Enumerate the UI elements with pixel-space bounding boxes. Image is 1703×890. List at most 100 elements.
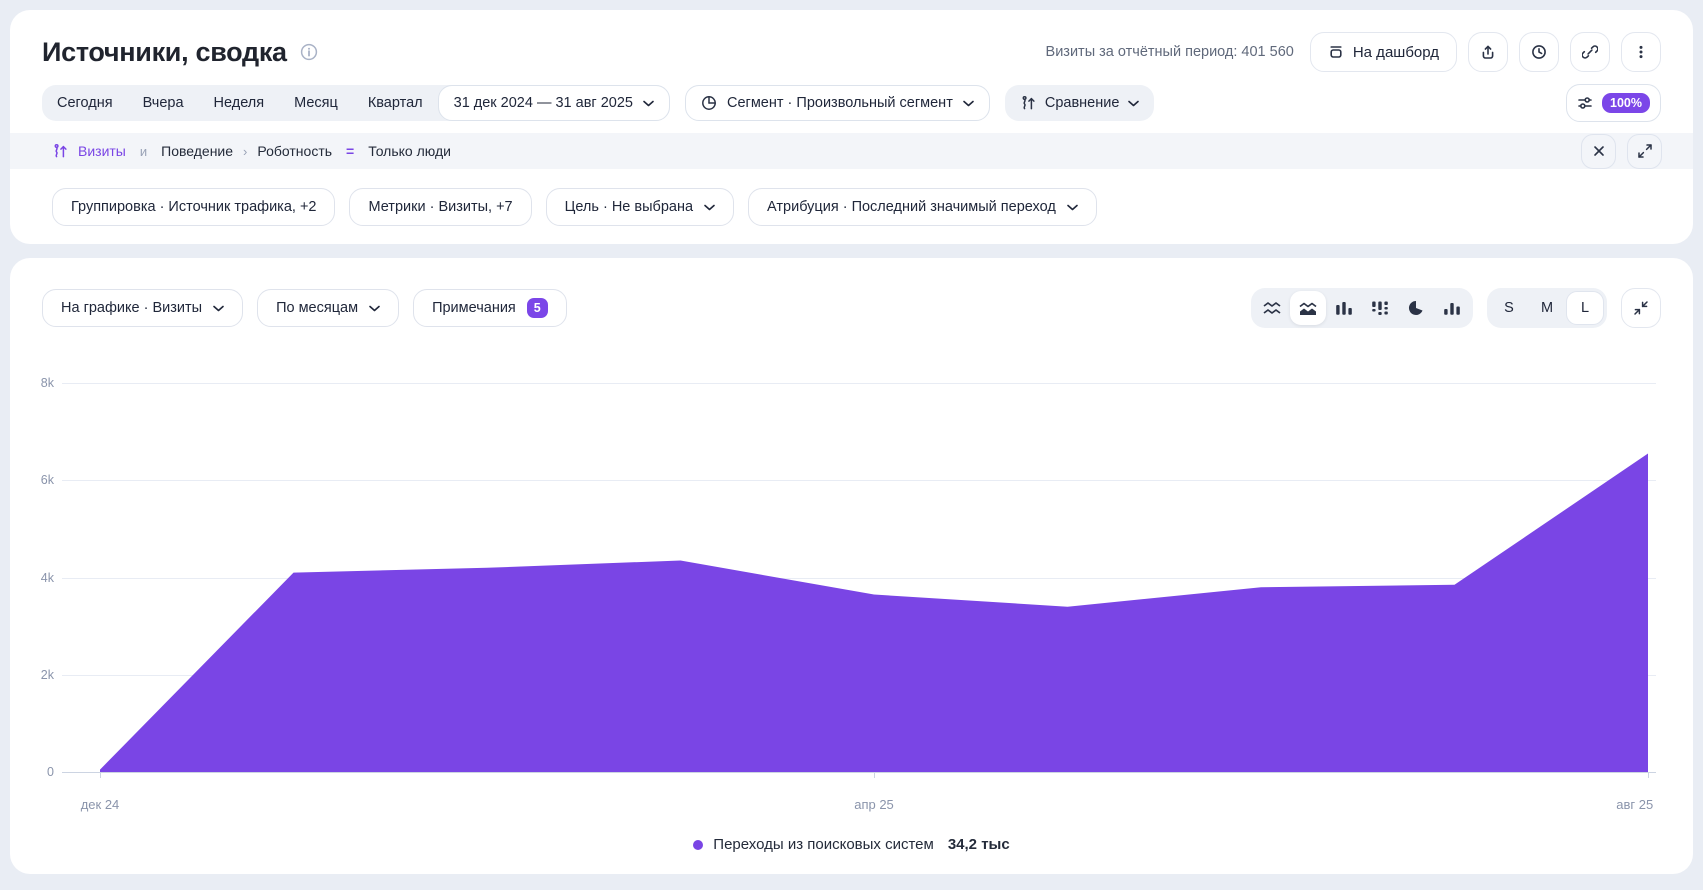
granularity-dropdown[interactable]: По месяцам <box>257 289 399 327</box>
collapse-icon <box>1632 299 1650 317</box>
stacked-chart-button[interactable] <box>1362 291 1398 325</box>
grouping-dropdown-label: Группировка · Источник трафика, +2 <box>71 199 316 215</box>
remove-filter-button[interactable] <box>1581 134 1616 169</box>
more-menu-button[interactable] <box>1621 32 1661 72</box>
share-button[interactable] <box>1468 32 1508 72</box>
legend-item[interactable]: Переходы из поисковых систем 34,2 тыс <box>10 836 1693 853</box>
area-series <box>100 454 1648 773</box>
dashboard-button-label: На дашборд <box>1353 44 1439 61</box>
grouping-dropdown[interactable]: Группировка · Источник трафика, +2 <box>52 188 335 226</box>
date-range-value: 31 дек 2024 — 31 авг 2025 <box>454 95 633 111</box>
bar-chart-button[interactable] <box>1326 291 1362 325</box>
metrics-dropdown[interactable]: Метрики · Визиты, +7 <box>349 188 531 226</box>
notes-button-label: Примечания <box>432 300 516 316</box>
period-toolbar: Сегодня Вчера Неделя Месяц Квартал 31 де… <box>10 72 1693 122</box>
column-chart-button[interactable] <box>1434 291 1470 325</box>
report-settings-row: Группировка · Источник трафика, +2 Метри… <box>52 188 1097 226</box>
chart-type-group <box>1251 288 1473 328</box>
granularity-dropdown-label: По месяцам <box>276 300 358 316</box>
metrics-dropdown-label: Метрики · Визиты, +7 <box>368 199 512 215</box>
attribution-dropdown-label: Атрибуция · Последний значимый переход <box>767 199 1056 215</box>
range-week[interactable]: Неделя <box>199 85 280 121</box>
x-axis-label: дек 24 <box>81 797 120 812</box>
legend-label: Переходы из поисковых систем <box>713 836 934 853</box>
report-header-card: Источники, сводка Визиты за отчётный пер… <box>10 10 1693 244</box>
info-button[interactable] <box>299 42 319 62</box>
chart-view-controls: S M L <box>1251 288 1661 328</box>
copy-link-button[interactable] <box>1570 32 1610 72</box>
goal-dropdown-label: Цель · Не выбрана <box>565 199 693 215</box>
close-icon <box>1591 143 1607 159</box>
chevron-down-icon <box>213 305 224 312</box>
chart-region: 02k4k6k8kдек 24апр 25авг 25 Переходы из … <box>10 258 1693 874</box>
chart-controls-row: На графике · Визиты По месяцам Примечани… <box>10 258 1693 328</box>
chevron-down-icon <box>1128 100 1139 107</box>
size-l-button[interactable]: L <box>1566 291 1604 325</box>
filter-metric-label[interactable]: Визиты <box>78 143 126 159</box>
range-quarter[interactable]: Квартал <box>353 85 438 121</box>
legend-value: 34,2 тыс <box>948 836 1010 853</box>
pie-chart-button[interactable] <box>1398 291 1434 325</box>
y-axis-label: 4k <box>10 569 54 587</box>
header-actions: Визиты за отчётный период: 401 560 На да… <box>1046 32 1661 72</box>
column-chart-icon <box>1443 301 1461 316</box>
chart-card: На графике · Визиты По месяцам Примечани… <box>10 258 1693 874</box>
expand-filter-button[interactable] <box>1627 134 1662 169</box>
segment-dropdown[interactable]: Сегмент · Произвольный сегмент <box>685 85 990 121</box>
x-axis-label: авг 25 <box>1616 797 1653 812</box>
history-clock-icon <box>1531 44 1547 60</box>
range-yesterday[interactable]: Вчера <box>128 85 199 121</box>
compare-icon <box>1020 95 1036 111</box>
filter-metric-icon <box>52 143 68 159</box>
link-icon <box>1582 44 1598 60</box>
y-axis-label: 8k <box>10 374 54 392</box>
legend-dot <box>693 840 703 850</box>
range-month[interactable]: Месяц <box>279 85 353 121</box>
notes-button[interactable]: Примечания 5 <box>413 289 567 327</box>
y-axis-label: 2k <box>10 666 54 684</box>
area-chart-button[interactable] <box>1290 291 1326 325</box>
filter-bar: Визиты и Поведение › Роботность = Только… <box>10 133 1693 169</box>
bar-chart-icon <box>1335 301 1353 316</box>
quick-range-group: Сегодня Вчера Неделя Месяц Квартал 31 де… <box>42 85 670 121</box>
filter-breadcrumb-separator: › <box>243 144 247 159</box>
segment-dropdown-label: Сегмент · Произвольный сегмент <box>727 95 953 111</box>
compare-dropdown-label: Сравнение <box>1045 95 1120 111</box>
filter-value[interactable]: Только люди <box>368 143 451 159</box>
date-range-picker[interactable]: 31 дек 2024 — 31 авг 2025 <box>438 85 670 121</box>
chart-size-group: S M L <box>1487 288 1607 328</box>
range-today[interactable]: Сегодня <box>42 85 128 121</box>
chevron-down-icon <box>369 305 380 312</box>
filter-operator: = <box>346 143 354 159</box>
chevron-down-icon <box>963 100 974 107</box>
line-chart-button[interactable] <box>1254 291 1290 325</box>
collapse-chart-button[interactable] <box>1621 288 1661 328</box>
size-s-button[interactable]: S <box>1490 291 1528 325</box>
chart-canvas[interactable] <box>62 377 1658 781</box>
filter-bar-actions <box>1581 134 1662 169</box>
attribution-dropdown[interactable]: Атрибуция · Последний значимый переход <box>748 188 1097 226</box>
visits-summary: Визиты за отчётный период: 401 560 <box>1046 44 1294 60</box>
history-button[interactable] <box>1519 32 1559 72</box>
dashboard-button[interactable]: На дашборд <box>1310 32 1457 72</box>
compare-dropdown[interactable]: Сравнение <box>1005 85 1155 121</box>
chevron-down-icon <box>1067 204 1078 211</box>
sampling-button[interactable]: 100% <box>1566 84 1661 122</box>
x-axis-label: апр 25 <box>854 797 894 812</box>
filter-conjunction: и <box>140 144 147 159</box>
on-chart-dropdown[interactable]: На графике · Визиты <box>42 289 243 327</box>
page-title: Источники, сводка <box>42 34 287 70</box>
line-chart-icon <box>1263 301 1281 316</box>
size-m-button[interactable]: M <box>1528 291 1566 325</box>
y-axis-label: 6k <box>10 471 54 489</box>
filter-attribute-name: Роботность <box>257 143 332 159</box>
sampling-badge: 100% <box>1602 93 1650 114</box>
expand-icon <box>1636 142 1654 160</box>
info-icon <box>299 42 319 62</box>
chevron-down-icon <box>704 204 715 211</box>
on-chart-dropdown-label: На графике · Визиты <box>61 300 202 316</box>
segment-pie-icon <box>701 95 717 111</box>
goal-dropdown[interactable]: Цель · Не выбрана <box>546 188 734 226</box>
chevron-down-icon <box>643 100 654 107</box>
notes-count-badge: 5 <box>527 298 548 318</box>
